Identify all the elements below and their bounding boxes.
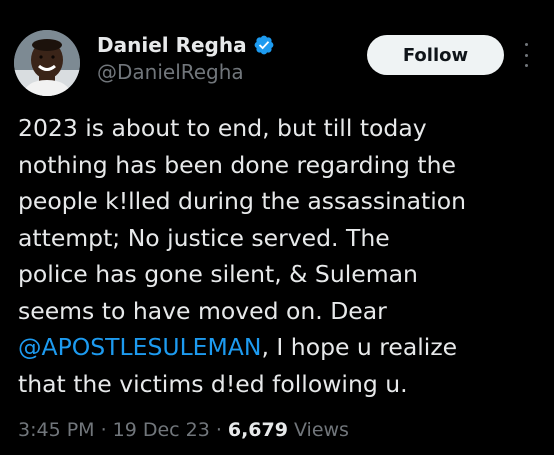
author-name-row: Daniel Regha bbox=[97, 31, 275, 59]
dot bbox=[524, 64, 528, 67]
author-handle[interactable]: @DanielRegha bbox=[97, 60, 244, 84]
tweet-text-line: 2023 is about to end, but till today bbox=[18, 114, 427, 142]
separator: · bbox=[215, 419, 222, 441]
tweet-text-fragment: , I hope u realize bbox=[261, 333, 458, 361]
more-options-icon[interactable] bbox=[518, 40, 534, 70]
tweet-text-line: that the victims d!ed following u. bbox=[18, 369, 408, 398]
profile-photo-icon bbox=[14, 30, 80, 96]
separator: · bbox=[100, 419, 107, 441]
tweet-text-line: seems to have moved on. Dear bbox=[18, 296, 387, 325]
views-label: Views bbox=[293, 419, 349, 441]
tweet-meta: 3:45 PM · 19 Dec 23 · 6,679 Views bbox=[18, 419, 349, 441]
follow-button[interactable]: Follow bbox=[367, 35, 504, 75]
tweet-text-line: @APOSTLESULEMAN, I hope u realize bbox=[18, 329, 548, 366]
tweet-text-line: people k!lled during the assassination bbox=[18, 187, 466, 215]
verified-badge-icon bbox=[253, 34, 275, 56]
tweet-text: 2023 is about to end, but till today not… bbox=[18, 110, 548, 402]
tweet-date[interactable]: 19 Dec 23 bbox=[113, 419, 210, 441]
dot bbox=[524, 43, 528, 46]
dot bbox=[524, 53, 528, 57]
tweet-time[interactable]: 3:45 PM bbox=[18, 419, 95, 441]
avatar[interactable] bbox=[14, 30, 80, 96]
tweet-text-line: police has gone silent, & Suleman bbox=[18, 260, 418, 288]
tweet-text-line: attempt; No justice served. The bbox=[18, 223, 390, 252]
tweet-text-line: nothing has been done regarding the bbox=[18, 150, 456, 179]
mention-link[interactable]: @APOSTLESULEMAN bbox=[18, 333, 261, 361]
views-count[interactable]: 6,679 bbox=[228, 419, 288, 441]
display-name[interactable]: Daniel Regha bbox=[97, 33, 247, 57]
tweet-card: Daniel Regha @DanielRegha Follow 2023 is… bbox=[0, 0, 554, 455]
